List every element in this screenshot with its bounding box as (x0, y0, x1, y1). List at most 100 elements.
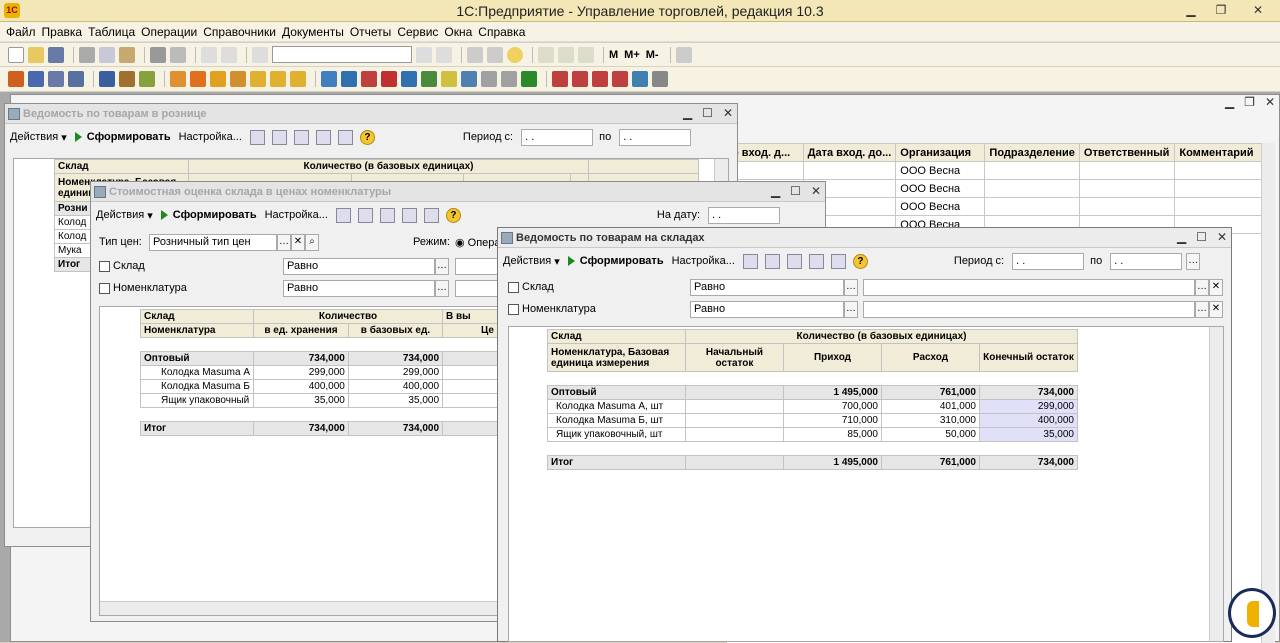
order-icon[interactable] (170, 71, 186, 87)
close-icon[interactable]: ✕ (1217, 230, 1227, 244)
search-icon[interactable] (252, 46, 268, 63)
choose-button[interactable]: … (1195, 279, 1209, 296)
sklad-condition[interactable]: Равно (690, 279, 844, 296)
analysis5-icon[interactable] (632, 71, 648, 87)
table-icon[interactable] (578, 46, 594, 63)
sklad-condition[interactable]: Равно (283, 258, 435, 275)
close-icon[interactable]: ✕ (723, 106, 733, 120)
save-icon[interactable] (48, 46, 64, 63)
valuation-grid[interactable]: Склад Количество В вы Номенклатура в ед. хр… (99, 306, 499, 616)
bg-close-icon[interactable]: ✕ (1265, 95, 1275, 109)
tools-icon[interactable] (487, 46, 503, 63)
choose-button[interactable]: … (844, 301, 858, 318)
table-row[interactable]: Ящик упаковочный 35,000 35,000 (139, 393, 498, 408)
writeoff-icon[interactable] (270, 71, 286, 87)
sklad-checkbox[interactable]: Склад (508, 281, 554, 293)
filter-icon[interactable] (357, 207, 373, 223)
group-row[interactable]: Оптовый 734,000 734,000 (139, 351, 498, 366)
print-icon[interactable] (150, 46, 166, 63)
mode-radio[interactable]: ◉ Опера (455, 236, 501, 249)
list-vscroll[interactable] (1261, 143, 1275, 643)
period-to-field[interactable]: . . (1110, 252, 1183, 270)
valuation-hscroll[interactable] (100, 601, 498, 615)
actions-menu[interactable]: Действия ▾ (10, 131, 67, 144)
help-icon[interactable]: ? (852, 253, 868, 269)
on-date-field[interactable]: . . (708, 206, 781, 224)
col-organization[interactable]: Организация (895, 143, 986, 162)
col-in-date[interactable]: р вход. д... (727, 143, 804, 162)
doc-list-icon[interactable] (28, 71, 44, 87)
menu-help[interactable]: Справка (478, 25, 525, 39)
analysis4-icon[interactable] (612, 71, 628, 87)
doc-users-icon[interactable] (68, 71, 84, 87)
table-icon[interactable] (379, 207, 395, 223)
save-settings-icon[interactable] (830, 253, 846, 269)
generate-button[interactable]: Сформировать (74, 131, 171, 143)
load-icon[interactable] (315, 129, 331, 145)
clear-icon[interactable]: ✕ (291, 234, 305, 251)
memory-button[interactable]: M (609, 49, 618, 61)
choose-button[interactable]: … (435, 258, 449, 275)
choose-button[interactable]: … (277, 234, 291, 251)
new-doc-icon[interactable] (8, 46, 24, 63)
col-responsible[interactable]: Ответственный (1078, 143, 1176, 162)
bg-minimize-icon[interactable]: ▁ (1225, 95, 1234, 109)
return-icon[interactable] (230, 71, 246, 87)
menu-reports[interactable]: Отчеты (350, 25, 391, 39)
search-input[interactable] (272, 46, 412, 63)
settings-icon[interactable] (675, 46, 692, 63)
settings-button[interactable]: Настройка... (265, 209, 328, 221)
settings-button[interactable]: Настройка... (672, 255, 735, 267)
list-row[interactable]: ООО Весна (727, 161, 1267, 180)
actions-menu[interactable]: Действия ▾ (96, 209, 153, 222)
calculator-icon[interactable] (538, 46, 554, 63)
menu-windows[interactable]: Окна (444, 25, 472, 39)
choose-button[interactable]: … (1195, 301, 1209, 318)
purchase-icon[interactable] (210, 71, 226, 87)
menu-service[interactable]: Сервис (397, 25, 438, 39)
partners-icon[interactable] (99, 71, 115, 87)
menu-edit[interactable]: Правка (42, 25, 83, 39)
memory-plus-button[interactable]: M+ (624, 49, 640, 61)
report5-icon[interactable] (401, 71, 417, 87)
search-icon[interactable]: ⌕ (305, 234, 319, 251)
maximize-icon[interactable]: ☐ (1196, 230, 1207, 244)
doc-print-icon[interactable] (48, 71, 64, 87)
report2-icon[interactable] (341, 71, 357, 87)
generate-button[interactable]: Сформировать (567, 255, 664, 267)
close-icon[interactable]: ✕ (811, 184, 821, 198)
help-icon[interactable]: ? (359, 129, 375, 145)
menu-table[interactable]: Таблица (88, 25, 135, 39)
col-department[interactable]: Подразделение (984, 143, 1080, 162)
report1-icon[interactable] (321, 71, 337, 87)
info-icon[interactable] (507, 46, 523, 63)
menu-operations[interactable]: Операции (141, 25, 197, 39)
table-row[interactable]: Ящик упаковочный, шт 85,000 50,000 35,000 (547, 427, 1078, 442)
table-row[interactable]: Колодка Masuma Б, шт 710,000 310,000 400,00… (547, 413, 1078, 428)
move-icon[interactable] (290, 71, 306, 87)
clear-icon[interactable]: ✕ (1209, 279, 1223, 296)
prices-icon[interactable] (139, 71, 155, 87)
nom-condition[interactable]: Равно (283, 280, 435, 297)
copy-icon[interactable] (99, 46, 115, 63)
save-settings-icon[interactable] (337, 129, 353, 145)
find-prev-icon[interactable] (436, 46, 452, 63)
memory-minus-button[interactable]: M- (646, 49, 659, 61)
paste-icon[interactable] (119, 46, 135, 63)
choose-button[interactable]: … (435, 280, 449, 297)
report-icon[interactable] (742, 253, 758, 269)
minimize-icon[interactable]: ▁ (1176, 0, 1206, 22)
load-icon[interactable] (401, 207, 417, 223)
load-icon[interactable] (808, 253, 824, 269)
generate-button[interactable]: Сформировать (160, 209, 257, 221)
minimize-icon[interactable]: ▁ (1177, 230, 1186, 244)
preview-icon[interactable] (170, 46, 186, 63)
warehouse-vscroll[interactable] (1209, 327, 1223, 641)
calendar-icon[interactable] (558, 46, 574, 63)
report7-icon[interactable] (441, 71, 457, 87)
filter-icon[interactable] (764, 253, 780, 269)
open-icon[interactable] (28, 46, 44, 63)
find-next-icon[interactable] (416, 46, 432, 63)
menu-documents[interactable]: Документы (282, 25, 344, 39)
undo-icon[interactable] (201, 46, 217, 63)
